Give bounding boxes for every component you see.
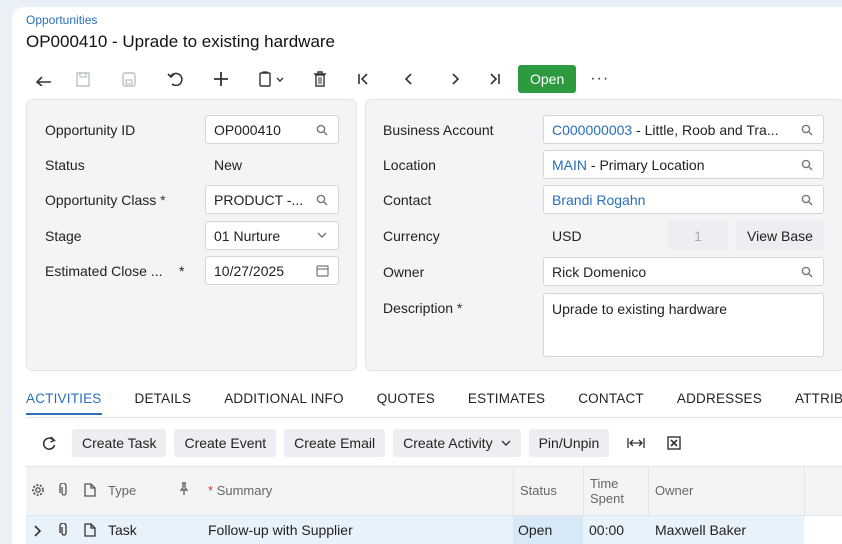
- row-summary-link[interactable]: Follow-up with Supplier: [208, 522, 353, 538]
- create-email-button[interactable]: Create Email: [284, 429, 386, 457]
- column-divider: [648, 467, 649, 517]
- prev-icon[interactable]: [386, 64, 432, 94]
- add-icon[interactable]: [198, 64, 244, 94]
- description-textarea[interactable]: Uprade to existing hardware: [543, 293, 824, 357]
- opportunity-id-label: Opportunity ID: [45, 122, 136, 138]
- tab-details[interactable]: DETAILS: [135, 391, 192, 415]
- export-excel-icon[interactable]: [655, 429, 693, 457]
- contact-label: Contact: [383, 192, 432, 208]
- business-account-link[interactable]: C000000003: [552, 122, 632, 138]
- search-icon[interactable]: [799, 124, 815, 136]
- attachment-icon: [59, 482, 69, 500]
- column-owner[interactable]: Owner: [655, 483, 693, 498]
- column-divider: [583, 467, 584, 517]
- next-icon[interactable]: [432, 64, 478, 94]
- breadcrumb[interactable]: Opportunities: [26, 13, 97, 27]
- tab-divider: [26, 417, 842, 418]
- create-activity-button[interactable]: Create Activity: [393, 429, 521, 457]
- column-divider: [513, 467, 514, 517]
- opportunity-class-label: Opportunity Class *: [45, 192, 166, 208]
- first-icon[interactable]: [340, 64, 386, 94]
- search-icon[interactable]: [314, 194, 330, 206]
- tab-additional-info[interactable]: ADDITIONAL INFO: [224, 391, 344, 415]
- chevron-down-icon: [501, 440, 511, 447]
- attachment-icon[interactable]: [59, 522, 69, 540]
- opportunity-page: Opportunities OP000410 - Uprade to exist…: [12, 7, 842, 544]
- more-menu-button[interactable]: ···: [590, 70, 609, 88]
- tab-quotes[interactable]: QUOTES: [377, 391, 435, 415]
- settings-icon[interactable]: [31, 483, 45, 500]
- location-link[interactable]: MAIN: [552, 157, 587, 173]
- chevron-down-icon[interactable]: [314, 232, 330, 239]
- business-account-label: Business Account: [383, 122, 494, 138]
- tab-contact[interactable]: CONTACT: [578, 391, 644, 415]
- row-owner: Maxwell Baker: [655, 522, 747, 538]
- undo-icon[interactable]: [152, 64, 198, 94]
- status-label: Status: [45, 157, 85, 173]
- pin-icon: [179, 482, 189, 499]
- back-arrow-icon[interactable]: [26, 64, 60, 94]
- table-row[interactable]: Task Follow-up with Supplier Open 00:00 …: [26, 516, 842, 544]
- expand-row-icon[interactable]: [33, 524, 42, 540]
- currency-value: USD: [552, 228, 582, 244]
- copy-icon[interactable]: [244, 64, 300, 94]
- estimated-close-label: Estimated Close ...: [45, 263, 163, 279]
- refresh-icon[interactable]: [26, 429, 72, 457]
- currency-label: Currency: [383, 228, 440, 244]
- view-base-button[interactable]: View Base: [736, 221, 824, 250]
- tab-attributes[interactable]: ATTRIBU: [795, 391, 842, 415]
- create-event-button[interactable]: Create Event: [174, 429, 277, 457]
- column-summary[interactable]: * Summary: [208, 483, 272, 498]
- required-mark: *: [179, 263, 185, 279]
- estimated-close-date-field[interactable]: 10/27/2025: [205, 256, 339, 285]
- opportunity-class-field[interactable]: PRODUCT -...: [205, 185, 339, 214]
- save-close-icon[interactable]: [106, 64, 152, 94]
- tab-addresses[interactable]: ADDRESSES: [677, 391, 762, 415]
- location-label: Location: [383, 157, 436, 173]
- pin-unpin-button[interactable]: Pin/Unpin: [528, 429, 610, 457]
- stage-select[interactable]: 01 Nurture: [205, 221, 339, 250]
- page-title: OP000410 - Uprade to existing hardware: [26, 32, 336, 51]
- activities-toolbar: Create Task Create Event Create Email Cr…: [26, 428, 693, 458]
- calendar-icon[interactable]: [314, 264, 330, 277]
- tab-estimates[interactable]: ESTIMATES: [468, 391, 545, 415]
- currency-rate-field: 1: [668, 221, 728, 250]
- summary-left-panel: Opportunity ID OP000410 Status New Oppor…: [26, 99, 357, 371]
- row-time-spent: 00:00: [589, 522, 625, 538]
- stage-label: Stage: [45, 228, 82, 244]
- column-status[interactable]: Status: [520, 483, 557, 498]
- row-status: Open: [518, 522, 553, 538]
- document-icon[interactable]: [84, 523, 96, 540]
- row-type: Task: [108, 522, 137, 538]
- owner-field[interactable]: Rick Domenico: [543, 257, 824, 286]
- contact-field[interactable]: Brandi Rogahn: [543, 185, 824, 214]
- toolbar: Open ···: [26, 64, 609, 94]
- document-icon: [84, 483, 96, 500]
- activities-grid-header: Type * Summary Status Time Spent Owner: [26, 466, 842, 517]
- business-account-field[interactable]: C000000003 - Little, Roob and Tra...: [543, 115, 824, 144]
- summary-right-panel: Business Account C000000003 - Little, Ro…: [365, 99, 842, 371]
- save-icon[interactable]: [60, 64, 106, 94]
- tab-activities[interactable]: ACTIVITIES: [26, 391, 102, 415]
- description-label: Description *: [383, 300, 463, 316]
- column-divider: [804, 467, 805, 517]
- tab-bar: ACTIVITIES DETAILS ADDITIONAL INFO QUOTE…: [26, 391, 842, 415]
- search-icon[interactable]: [314, 124, 330, 136]
- opportunity-id-field[interactable]: OP000410: [205, 115, 339, 144]
- column-time-spent[interactable]: Time Spent: [590, 476, 624, 506]
- search-icon[interactable]: [799, 266, 815, 278]
- open-status-button[interactable]: Open: [518, 65, 577, 93]
- last-icon[interactable]: [478, 64, 512, 94]
- fit-columns-icon[interactable]: [617, 429, 655, 457]
- location-field[interactable]: MAIN - Primary Location: [543, 150, 824, 179]
- search-icon[interactable]: [799, 194, 815, 206]
- delete-icon[interactable]: [300, 64, 340, 94]
- owner-label: Owner: [383, 264, 425, 280]
- status-value: New: [214, 157, 243, 173]
- create-task-button[interactable]: Create Task: [72, 429, 167, 457]
- search-icon[interactable]: [799, 159, 815, 171]
- contact-link[interactable]: Brandi Rogahn: [552, 192, 799, 208]
- column-type[interactable]: Type: [108, 483, 136, 498]
